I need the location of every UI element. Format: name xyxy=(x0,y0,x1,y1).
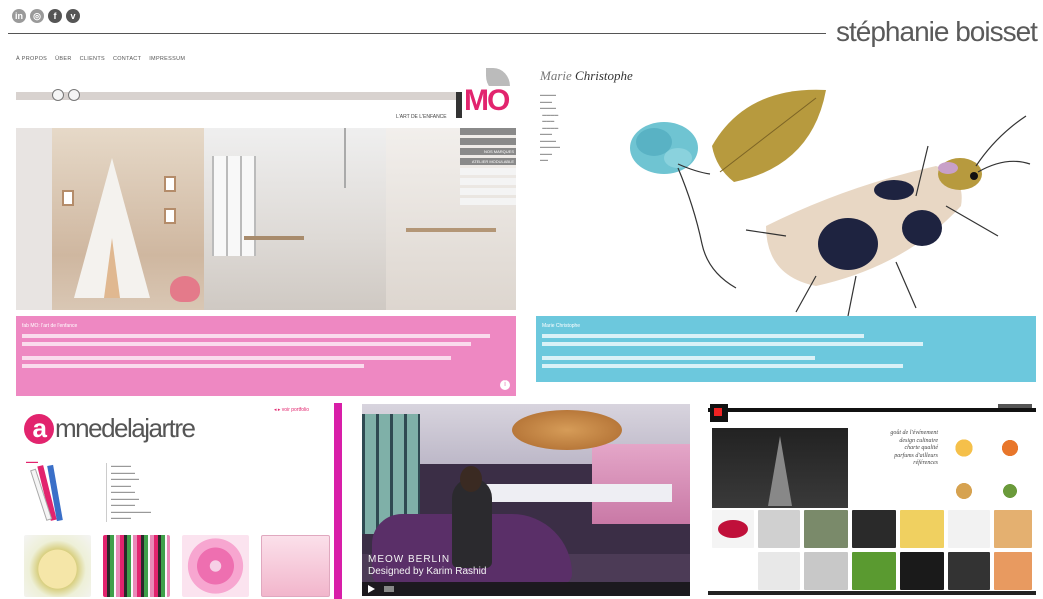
gallery-thumb[interactable] xyxy=(758,552,800,590)
mo-menu-item[interactable]: ATELIER MODULABLE xyxy=(460,158,516,165)
mo-logo: MO xyxy=(456,84,514,122)
project-amnedelajartre[interactable]: a mnedelajartre ◂ ▸ voir portfolio ▬▬▬ ▬▬… xyxy=(16,403,346,599)
site-brand[interactable]: stéphanie boisset xyxy=(836,16,1038,48)
gallery-thumb[interactable] xyxy=(712,552,754,590)
gallery-menu-item[interactable]: charte qualité xyxy=(852,445,939,453)
mo-menu-item[interactable] xyxy=(460,128,516,135)
mo-menu-item[interactable] xyxy=(460,138,516,145)
red-sculpture xyxy=(718,520,748,538)
mo-menu-item[interactable] xyxy=(460,168,516,175)
social-links: in ◎ f v xyxy=(12,9,80,23)
mc-title-first: Marie xyxy=(540,68,572,83)
gallery-menu-item[interactable]: références xyxy=(852,460,938,468)
project-video[interactable]: MEOW BERLIN Designed by Karim Rashid xyxy=(362,404,690,596)
hd-icon[interactable] xyxy=(384,586,394,592)
in-icon[interactable]: in xyxy=(12,9,26,23)
mo-menu: NOS MARQUES ATELIER MODULABLE xyxy=(460,128,516,208)
mo-menu-item[interactable] xyxy=(460,198,516,205)
mo-caption: fab MO: l'art de l'enfance i xyxy=(16,316,516,396)
nav-item-contact[interactable]: CONTACT xyxy=(113,56,141,62)
info-icon[interactable]: i xyxy=(500,380,510,390)
nav-item-über[interactable]: ÜBER xyxy=(55,56,71,62)
embroidery-artwork xyxy=(630,89,1031,317)
gallery-menu-item[interactable]: goût de l'événement xyxy=(852,430,938,438)
mc-caption-title: Marie Christophe xyxy=(542,323,581,329)
gallery-thumb[interactable] xyxy=(994,552,1032,590)
gallery-thumb[interactable] xyxy=(852,510,896,548)
facebook-icon[interactable]: f xyxy=(48,9,62,23)
play-icon[interactable] xyxy=(368,585,375,593)
gallery-thumb[interactable] xyxy=(994,510,1032,548)
portfolio-link[interactable]: ◂ ▸ voir portfolio xyxy=(274,407,309,413)
project-gallery[interactable]: goût de l'événement design culinaire chart… xyxy=(708,404,1036,596)
mo-photo-strip xyxy=(16,128,516,310)
video-controls xyxy=(362,582,690,596)
am-menu: ▬▬▬▬▬ ▬▬▬▬▬▬ ▬▬▬▬▬▬▬ ▬▬▬▬▬ ▬▬▬▬▬▬ ▬▬▬▬▬▬▬ ▬▬▬▬… xyxy=(106,463,151,522)
gallery-thumb[interactable] xyxy=(852,552,896,590)
mo-menu-item[interactable] xyxy=(460,188,516,195)
gallery-grid xyxy=(712,510,1032,592)
vimeo-icon[interactable]: v xyxy=(66,9,80,23)
logo-letter: a xyxy=(24,414,54,444)
gallery-menu: goût de l'événement design culinaire chart… xyxy=(852,430,938,468)
mo-menu-item[interactable] xyxy=(460,178,516,185)
am-thumbnails xyxy=(24,535,330,597)
gallery-menu-item[interactable]: parfums d'ailleurs xyxy=(852,453,938,461)
amnedelajartre-logo: a mnedelajartre xyxy=(24,413,196,444)
eiffel-photo xyxy=(712,428,848,508)
video-title: MEOW BERLIN xyxy=(368,554,451,565)
gallery-thumb[interactable] xyxy=(804,510,848,548)
mo-menu-item[interactable]: NOS MARQUES xyxy=(460,148,516,155)
header-divider xyxy=(8,33,826,34)
gallery-menu-item[interactable]: design culinaire xyxy=(852,438,938,446)
mc-menu: ▬▬▬▬ ▬▬▬ ▬▬▬▬ ▬▬▬▬ ▬▬▬ ▬▬▬▬ ▬▬▬ ▬▬▬▬ ▬▬▬▬▬ ▬▬▬… xyxy=(540,92,560,162)
facebook-icon[interactable] xyxy=(52,89,64,101)
project-marie-christophe[interactable]: Marie Christophe ▬▬▬▬ ▬▬▬ ▬▬▬▬ ▬▬▬▬ ▬▬▬ ▬▬… xyxy=(536,66,1036,382)
gallery-thumb[interactable] xyxy=(804,552,848,590)
mo-logo-text: MO xyxy=(464,84,510,117)
gallery-thumb[interactable] xyxy=(900,552,944,590)
mo-tagline: L'ART DE L'ENFANCE xyxy=(396,114,447,120)
main-nav: À PROPOS ÜBER CLIENTS CONTACT IMPRESSUM xyxy=(16,56,185,62)
google-icon[interactable]: ◎ xyxy=(30,9,44,23)
project-mo[interactable]: MO L'ART DE L'ENFANCE NOS MARQUES ATELIER… xyxy=(16,66,516,396)
accent-stripe xyxy=(334,403,342,599)
gallery-thumb[interactable] xyxy=(900,510,944,548)
nav-item--propos[interactable]: À PROPOS xyxy=(16,56,47,62)
mo-caption-title: fab MO: l'art de l'enfance xyxy=(22,323,78,329)
mc-caption: Marie Christophe xyxy=(536,316,1036,382)
gallery-thumb[interactable] xyxy=(948,510,990,548)
gallery-thumb[interactable] xyxy=(758,510,800,548)
gallery-thumb[interactable] xyxy=(948,552,990,590)
logo-word: mnedelajartre xyxy=(55,413,196,443)
home-icon[interactable] xyxy=(68,89,80,101)
video-subtitle: Designed by Karim Rashid xyxy=(368,566,487,577)
pens-illustration xyxy=(30,464,63,522)
nav-item-clients[interactable]: CLIENTS xyxy=(80,56,105,62)
mo-toolbar xyxy=(16,89,466,101)
nav-item-impressum[interactable]: IMPRESSUM xyxy=(149,56,185,62)
